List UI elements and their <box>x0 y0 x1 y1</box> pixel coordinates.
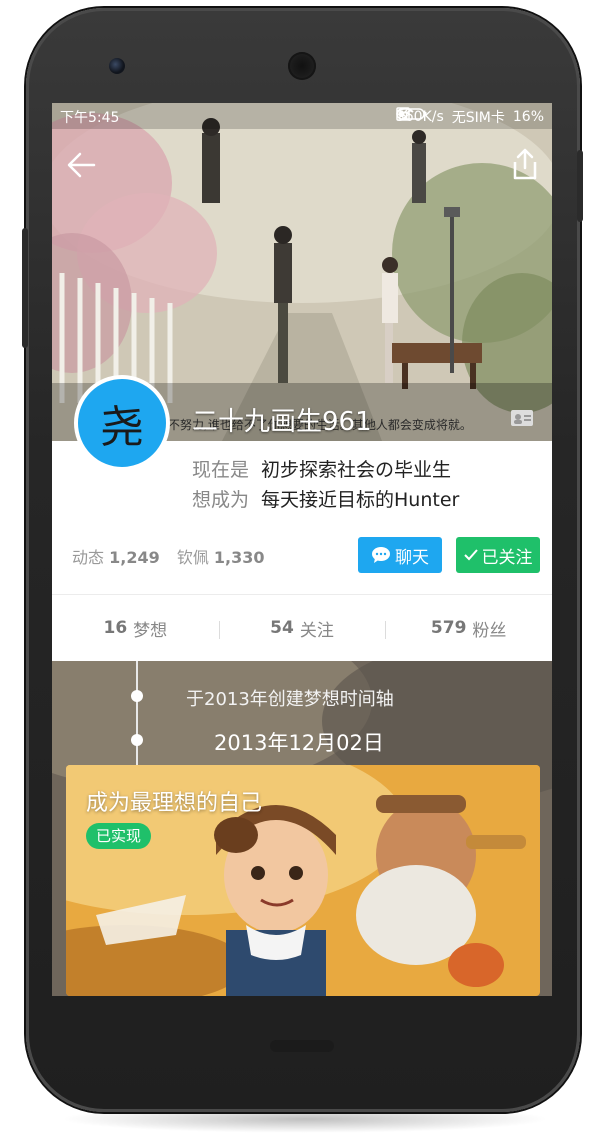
current-row: 现在是 初步探索社会の毕业生 <box>192 455 459 485</box>
earpiece-speaker <box>288 52 316 80</box>
current-value: 初步探索社会の毕业生 <box>261 459 452 481</box>
timeline-date: 2013年12月02日 <box>214 731 384 755</box>
chat-button[interactable]: 聊天 <box>358 537 442 573</box>
posts-count: 1,249 <box>109 548 160 567</box>
status-time: 下午5:45 <box>60 110 120 126</box>
check-icon <box>463 549 478 561</box>
timeline-line <box>136 661 138 771</box>
tab-dreams-label: 梦想 <box>133 620 168 641</box>
tab-separator <box>385 621 387 639</box>
tab-fans-label: 粉丝 <box>472 620 507 641</box>
user-name: 二十九画生961 <box>192 407 372 437</box>
current-label: 现在是 <box>192 459 250 481</box>
dream-timeline: 于2013年创建梦想时间轴 2013年12月02日 成为最理想的自己 已实现 <box>52 661 552 996</box>
status-right: 560K/s 无SIM卡 16% <box>396 107 544 127</box>
avatar[interactable]: 尧 <box>74 375 170 471</box>
profile-tabs: 16 梦想 54 关注 579 粉丝 <box>52 595 552 661</box>
tab-separator <box>218 621 220 639</box>
future-row: 想成为 每天接近目标的Hunter <box>192 485 459 515</box>
arrow-left-icon <box>67 152 96 178</box>
admire-count: 1,330 <box>213 548 265 567</box>
chat-bubble-icon <box>372 547 390 563</box>
tab-dreams[interactable]: 16 梦想 <box>52 595 219 661</box>
future-label: 想成为 <box>192 489 250 511</box>
profile-stats: 动态 1,249 钦佩 1,330 <box>72 544 277 568</box>
screen: 你不努力,谁也给不了你想要的生活。其他人都会变成将就。 下午5:45 560K/… <box>52 103 552 996</box>
share-button[interactable] <box>510 147 540 181</box>
back-button[interactable] <box>64 147 100 183</box>
timeline-dot <box>131 690 143 702</box>
dream-title: 成为最理想的自己 <box>86 791 263 816</box>
share-icon <box>513 148 537 180</box>
bottom-speaker <box>270 1040 334 1052</box>
tab-fans[interactable]: 579 粉丝 <box>385 595 552 661</box>
sim-status: 无SIM卡 <box>451 110 505 126</box>
tab-fans-count: 579 <box>430 618 467 638</box>
avatar-text: 尧 <box>100 402 144 453</box>
timeline-dot <box>131 734 143 746</box>
power-button <box>577 150 583 222</box>
dream-card[interactable]: 成为最理想的自己 已实现 <box>66 765 540 996</box>
profile-info: 现在是 初步探索社会の毕业生 想成为 每天接近目标的Hunter <box>192 455 459 515</box>
posts-label: 动态 <box>72 548 105 567</box>
tab-following-label: 关注 <box>299 620 334 641</box>
admire-label: 钦佩 <box>176 548 209 567</box>
future-value: 每天接近目标的Hunter <box>261 489 460 511</box>
profile-card-icon[interactable] <box>510 409 534 427</box>
chat-button-label: 聊天 <box>395 547 429 568</box>
timeline-created-text: 于2013年创建梦想时间轴 <box>186 689 394 710</box>
status-badge: 已实现 <box>86 823 152 849</box>
tab-following-count: 54 <box>270 618 294 638</box>
battery-icon <box>396 108 427 120</box>
tab-following[interactable]: 54 关注 <box>218 595 386 661</box>
volume-button <box>22 228 28 348</box>
tab-dreams-count: 16 <box>103 618 128 638</box>
follow-button[interactable]: 已关注 <box>456 537 540 573</box>
status-bar: 下午5:45 560K/s 无SIM卡 16% <box>52 103 552 129</box>
front-camera <box>109 58 125 74</box>
follow-button-label: 已关注 <box>481 547 533 568</box>
battery-percent: 16% <box>512 109 544 125</box>
